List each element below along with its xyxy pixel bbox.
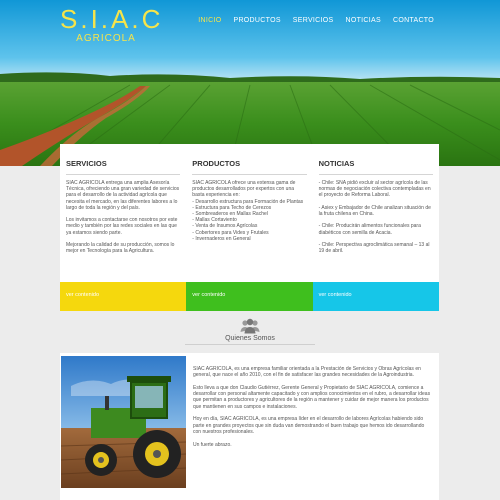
column-servicios: SERVICIOS SIAC AGRICOLA entrega una ampl… (60, 144, 186, 282)
tractor-photo (61, 356, 186, 488)
ver-contenido-button-servicios[interactable]: ver contenido (60, 282, 187, 311)
about-section: SIAC AGRICOLA, es una empresa familiar o… (60, 353, 439, 500)
nav-item-inicio[interactable]: INICIO (192, 15, 227, 26)
column-productos: PRODUCTOS SIAC AGRICOLA ofrece una exten… (186, 144, 312, 282)
brand-logo[interactable]: S.I.A.C AGRICOLA (60, 4, 164, 44)
divider (185, 344, 315, 345)
ver-contenido-button-productos[interactable]: ver contenido (186, 282, 313, 311)
main-nav: INICIO PRODUCTOS SERVICIOS NOTICIAS CONT… (192, 15, 440, 26)
nav-item-productos[interactable]: PRODUCTOS (227, 15, 286, 26)
column-noticias: NOTICIAS - Chile: SNA pidió excluir al s… (313, 144, 439, 282)
nav-item-servicios[interactable]: SERVICIOS (287, 15, 340, 26)
brand-name: S.I.A.C (60, 4, 164, 34)
divider (66, 174, 181, 175)
about-paragraph: Hoy en día, SIAC AGRICOLA, es una empres… (193, 416, 425, 435)
column-body: SIAC AGRICOLA entrega una amplia Asesorí… (66, 180, 180, 255)
column-body: - Chile: SNA pidió excluir al sector agr… (318, 180, 431, 255)
nav-item-noticias[interactable]: NOTICIAS (340, 15, 387, 26)
about-paragraph: Esto lleva a que don Claudio Gutiérrez, … (193, 384, 431, 410)
about-paragraph: Un fuerte abrazo. (193, 441, 232, 448)
cta-bar: ver contenido ver contenido ver contenid… (60, 282, 439, 311)
about-paragraph: SIAC AGRICOLA, es una empresa familiar o… (193, 366, 421, 379)
ver-contenido-button-noticias[interactable]: ver contenido (312, 282, 439, 311)
column-title: NOTICIAS (318, 159, 355, 168)
column-title: PRODUCTOS (192, 159, 241, 168)
nav-item-contacto[interactable]: CONTACTO (387, 15, 440, 26)
divider (318, 174, 433, 175)
divider (192, 174, 307, 175)
feature-columns: SERVICIOS SIAC AGRICOLA entrega una ampl… (60, 144, 439, 282)
brand-tagline: AGRICOLA (76, 33, 136, 44)
column-title: SERVICIOS (66, 159, 107, 168)
about-text: SIAC AGRICOLA, es una empresa familiar o… (193, 366, 433, 454)
hero-banner: S.I.A.C AGRICOLA INICIO PRODUCTOS SERVIC… (0, 0, 500, 166)
group-users-icon (240, 318, 260, 334)
section-title: Quienes Somos (225, 335, 275, 342)
column-body: SIAC AGRICOLA ofrece una extensa gama de… (192, 180, 304, 242)
